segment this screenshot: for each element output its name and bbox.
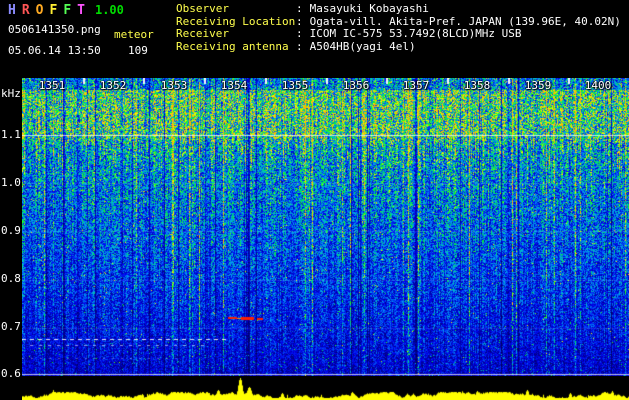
hrofft-screen: H R O F F T 1.00 0506141350.png meteor 05.06.1… <box>0 0 629 400</box>
time-label: 1351 <box>38 79 66 92</box>
info-label: Observer <box>176 2 229 15</box>
freq-unit-label: kHz <box>1 87 21 100</box>
time-label: 1357 <box>402 79 430 92</box>
freq-label: 1.0 <box>1 176 21 189</box>
time-label: 1354 <box>220 79 248 92</box>
app-title-letter: O <box>35 3 44 18</box>
app-version: 1.00 <box>94 3 124 17</box>
freq-label: 0.9 <box>1 224 21 237</box>
info-row-antenna: Receiving antenna: A504HB(yagi 4el) <box>176 39 621 54</box>
time-label: 1355 <box>281 79 309 92</box>
amplitude-graph-canvas <box>22 377 629 400</box>
app-title-letter: F <box>63 3 72 18</box>
echo-count: 109 <box>128 44 148 57</box>
info-colon: : <box>296 27 303 40</box>
freq-label: 0.7 <box>1 320 21 333</box>
spectrogram-canvas <box>22 78 629 376</box>
mode-label: meteor <box>114 28 154 41</box>
app-title-letter: F <box>49 3 58 18</box>
info-row-receiver: Receiver: ICOM IC-575 53.7492(8LCD)MHz US… <box>176 27 621 41</box>
info-colon: : <box>296 39 303 53</box>
info-label: Receiver <box>176 27 229 40</box>
time-label: 1353 <box>160 79 188 92</box>
app-title-letter: H <box>8 3 16 18</box>
info-value: A504HB(yagi 4el) <box>309 39 416 53</box>
time-label: 1359 <box>524 79 552 92</box>
time-label: 1352 <box>99 79 127 92</box>
info-row-observer: Observer: Masayuki Kobayashi <box>176 2 621 16</box>
file-name: 0506141350.png <box>8 23 101 36</box>
spectrogram-area: kHz 1.1 1.0 0.9 0.8 0.7 0.6 1351 1352 13… <box>0 78 629 380</box>
info-colon: : <box>296 2 303 15</box>
freq-label: 1.1 <box>1 128 21 141</box>
time-label: 1400 <box>584 79 612 92</box>
time-label: 1356 <box>342 79 370 92</box>
observer-info-block: Observer: Masayuki Kobayashi Receiving Lo… <box>176 2 621 54</box>
time-label: 1358 <box>463 79 491 92</box>
app-title: H R O F F T 1.00 <box>8 3 124 18</box>
freq-label: 0.6 <box>1 367 21 380</box>
info-value: Ogata-vill. Akita-Pref. JAPAN (139.96E, … <box>309 14 621 28</box>
info-value: ICOM IC-575 53.7492(8LCD)MHz USB <box>309 27 522 40</box>
info-value: Masayuki Kobayashi <box>309 2 429 15</box>
app-title-letter: T <box>77 3 85 18</box>
app-title-letter: R <box>21 3 30 18</box>
info-label: Receiving antenna <box>176 39 289 53</box>
info-colon: : <box>296 14 303 28</box>
freq-label: 0.8 <box>1 272 21 285</box>
datetime-label: 05.06.14 13:50 <box>8 44 101 57</box>
